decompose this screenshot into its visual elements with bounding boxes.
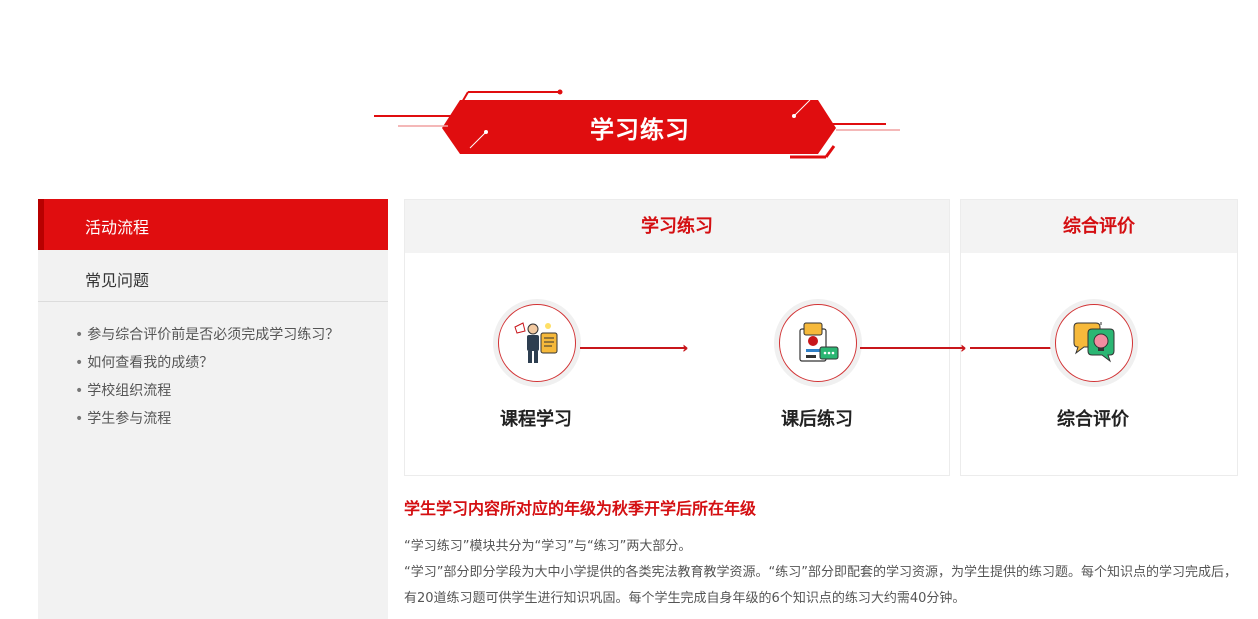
section-banner: 学习练习 <box>370 88 910 166</box>
practice-panel-title: 学习练习 <box>405 200 949 253</box>
faq-link[interactable]: • 如何查看我的成绩？ <box>75 353 339 381</box>
arrow-right-icon: › <box>682 338 689 357</box>
flow-arrow-line <box>580 347 686 349</box>
course-study-step[interactable] <box>498 304 576 382</box>
bullet-icon: • <box>75 327 84 343</box>
exercise-document-icon <box>799 322 839 362</box>
bullet-icon: • <box>75 383 84 399</box>
sidebar-item-label: 常见问题 <box>85 271 150 290</box>
flow-arrow-line <box>970 347 1056 349</box>
note-title: 学生学习内容所对应的年级为秋季开学后所在年级 <box>404 499 757 518</box>
sidebar-item-activity-process[interactable]: 活动流程 <box>38 199 388 250</box>
practice-panel: 学习练习 <box>404 199 950 476</box>
teacher-presentation-icon <box>514 322 558 363</box>
evaluation-panel-title: 综合评价 <box>961 200 1237 253</box>
step-label: 课后练习 <box>781 409 853 430</box>
bullet-icon: • <box>75 355 84 371</box>
description: “学习练习”模块共分为“学习”与“练习”两大部分。 “学习”部分即分学段为大中小… <box>404 534 1239 612</box>
faq-link[interactable]: • 学校组织流程 <box>75 381 339 409</box>
idea-chat-icon <box>1073 322 1115 363</box>
sidebar-item-faq[interactable]: 常见问题 <box>38 250 388 302</box>
after-class-exercise-step[interactable] <box>779 304 857 382</box>
arrow-right-icon: › <box>960 338 967 357</box>
flow-arrow-line <box>860 347 964 349</box>
banner-title: 学习练习 <box>590 116 690 144</box>
description-paragraph: “学习练习”模块共分为“学习”与“练习”两大部分。 <box>404 539 692 554</box>
bullet-icon: • <box>75 411 84 427</box>
step-label: 综合评价 <box>1057 409 1129 430</box>
sidebar-item-label: 活动流程 <box>85 218 150 237</box>
evaluation-step[interactable] <box>1055 304 1133 382</box>
sidebar: 活动流程 常见问题 • 参与综合评价前是否必须完成学习练习？ • 如何查看我的成绩？… <box>38 199 388 619</box>
faq-link[interactable]: • 学生参与流程 <box>75 409 339 437</box>
description-paragraph: “学习”部分即分学段为大中小学提供的各类宪法教育教学资源。“练习”部分即配套的学… <box>404 565 1237 606</box>
faq-link[interactable]: • 参与综合评价前是否必须完成学习练习？ <box>75 325 339 353</box>
faq-list: • 参与综合评价前是否必须完成学习练习？ • 如何查看我的成绩？ • 学校组织流程 •… <box>75 325 339 437</box>
step-label: 课程学习 <box>500 409 572 430</box>
